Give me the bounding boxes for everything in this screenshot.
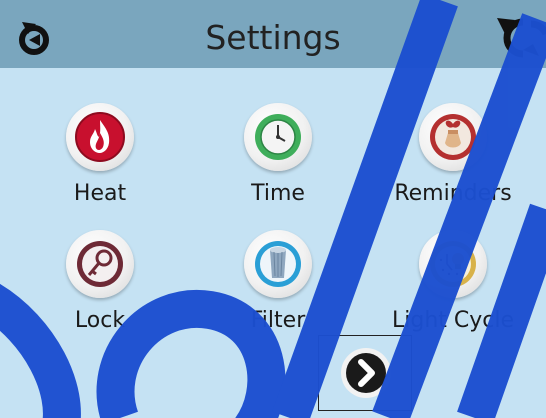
lock-label: Lock <box>74 308 126 333</box>
light-cycle-label: Light Cycle <box>391 308 515 333</box>
light-cycle-button[interactable] <box>419 230 487 298</box>
reminder-icon <box>430 114 476 160</box>
refresh-button[interactable] <box>493 16 546 64</box>
tile-filter[interactable]: Filter <box>203 230 353 340</box>
back-button[interactable] <box>10 14 58 62</box>
refresh-icon <box>497 18 546 58</box>
filter-icon <box>255 241 301 287</box>
heat-button[interactable] <box>66 103 134 171</box>
filter-button[interactable] <box>244 230 312 298</box>
clock-icon <box>255 114 301 160</box>
back-icon <box>19 22 49 55</box>
tile-lock[interactable]: Lock <box>25 230 175 340</box>
key-icon <box>77 241 123 287</box>
filter-label: Filter <box>250 308 306 333</box>
time-button[interactable] <box>244 103 312 171</box>
tile-reminders[interactable]: Reminders <box>378 103 528 213</box>
tile-light-cycle[interactable]: Light Cycle <box>378 230 528 340</box>
flame-icon <box>75 112 125 162</box>
chevron-right-icon <box>341 348 391 398</box>
tile-time[interactable]: Time <box>203 103 353 213</box>
light-cycle-icon <box>430 241 476 287</box>
page-title: Settings <box>205 18 341 57</box>
reminders-button[interactable] <box>419 103 487 171</box>
time-label: Time <box>251 181 305 206</box>
reminders-label: Reminders <box>394 181 512 206</box>
tile-heat[interactable]: Heat <box>25 103 175 213</box>
next-page-button[interactable] <box>318 335 412 411</box>
heat-label: Heat <box>73 181 127 206</box>
lock-button[interactable] <box>66 230 134 298</box>
